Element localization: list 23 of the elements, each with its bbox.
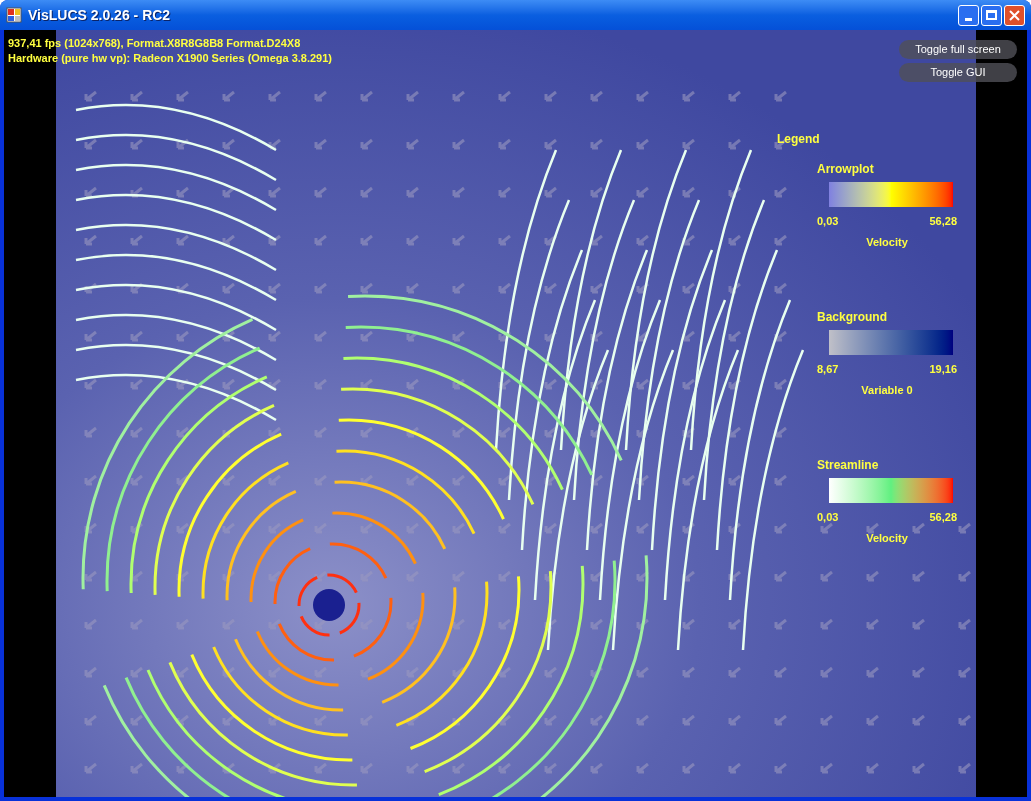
scale-max-label: 19,16 — [929, 362, 957, 377]
window-title: VisLUCS 2.0.26 - RC2 — [28, 5, 171, 25]
variable-label: Velocity — [866, 234, 908, 250]
variable-label: Variable 0 — [861, 382, 913, 398]
close-button[interactable] — [1004, 4, 1025, 26]
variable-label: Velocity — [866, 530, 908, 546]
toggle-button[interactable]: Toggle full screen — [899, 40, 1017, 59]
scale-max-label: 56,28 — [929, 510, 957, 525]
minimize-button[interactable] — [958, 4, 979, 26]
legend-name: Arrowplot — [817, 162, 875, 176]
scale-min-label: 0,03 — [817, 214, 839, 229]
toggle-button[interactable]: Toggle GUI — [899, 63, 1017, 82]
legend-title: Legend — [777, 131, 821, 148]
legend-name: Streamline — [817, 458, 880, 472]
app-icon — [6, 7, 22, 23]
maximize-icon — [986, 10, 997, 20]
maximize-button[interactable] — [981, 4, 1002, 26]
scale-max-label: 56,28 — [929, 214, 957, 229]
scale-min-label: 0,03 — [817, 510, 839, 525]
legend-name: Background — [817, 310, 888, 324]
minimize-icon — [965, 17, 972, 21]
close-icon — [1009, 9, 1020, 21]
scale-min-label: 8,67 — [817, 362, 839, 377]
